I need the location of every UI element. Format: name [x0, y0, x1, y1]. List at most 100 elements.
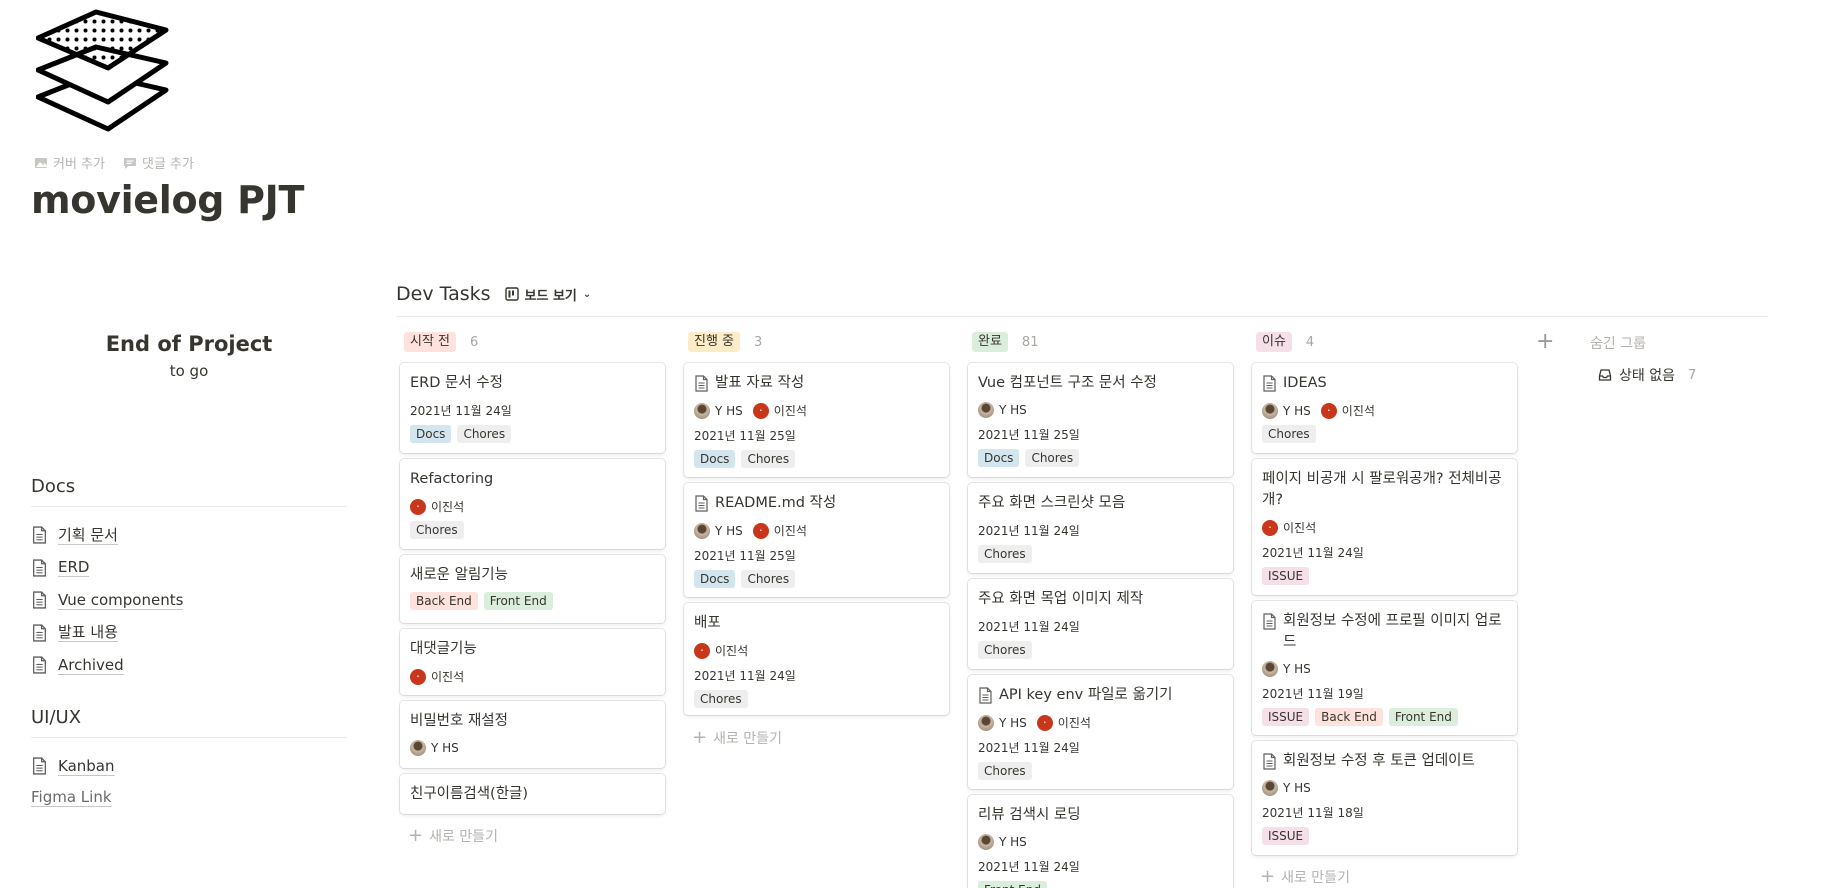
task-card[interactable]: 비밀번호 재설정 Y HS	[400, 701, 665, 768]
avatar	[978, 714, 994, 731]
card-title: README.md 작성	[715, 495, 837, 511]
docs-link[interactable]: ERD	[31, 552, 347, 585]
hidden-group-no-status[interactable]: 상태 없음 7	[1598, 365, 1696, 385]
card-title: 회원정보 수정에 프로필 이미지 업로드	[1283, 613, 1502, 650]
page-icon	[33, 757, 46, 775]
card-title-row: 친구이름검색(한글)	[410, 784, 655, 805]
card-tags: Docs Chores	[694, 450, 939, 468]
tag: Docs	[694, 570, 736, 588]
page-title[interactable]: movielog PJT	[31, 178, 304, 222]
card-title-row: Refactoring	[410, 469, 655, 490]
board-title[interactable]: Dev Tasks	[396, 283, 491, 305]
card-title: 회원정보 수정 후 토큰 업데이트	[1283, 753, 1475, 769]
card-assignees: • 이진석	[410, 668, 655, 685]
card-date: 2021년 11월 24일	[410, 404, 512, 418]
page-icon	[33, 559, 46, 577]
tag: Chores	[741, 570, 796, 588]
docs-link[interactable]: 기획 문서	[31, 519, 347, 552]
task-card[interactable]: ERD 문서 수정 2021년 11월 24일 Docs Chores	[400, 363, 665, 453]
uiux-section: UI/UX Kanban Figma Link	[31, 707, 347, 807]
uiux-link[interactable]: Kanban	[31, 750, 347, 783]
card-title-row: 배포	[694, 613, 939, 634]
task-card[interactable]: README.md 작성 Y HS • 이진석 2021년 11월 25일 Docs Cho…	[684, 483, 949, 597]
uiux-link-label: Kanban	[58, 756, 115, 776]
task-card[interactable]: 배포 • 이진석 2021년 11월 24일 Chores	[684, 603, 949, 715]
new-card-label: 새로 만들기	[429, 829, 498, 845]
avatar	[1262, 661, 1278, 677]
task-card[interactable]: 발표 자료 작성 Y HS • 이진석 2021년 11월 25일 Docs Chores	[684, 363, 949, 477]
new-card-button[interactable]: + 새로 만들기	[408, 826, 498, 846]
docs-link-label: ERD	[58, 558, 90, 578]
card-title: 페이지 비공개 시 팔로워공개? 전체비공개?	[1262, 471, 1502, 508]
column-header[interactable]: 시작 전 6	[404, 332, 478, 352]
column-header[interactable]: 완료 81	[972, 332, 1038, 352]
task-card[interactable]: 대댓글기능 • 이진석	[400, 629, 665, 695]
plus-icon: +	[408, 825, 424, 846]
board-view-dropdown[interactable]: 보드 보기 ⌄	[504, 285, 591, 304]
card-title: 친구이름검색(한글)	[410, 786, 529, 802]
page-icon	[1263, 375, 1276, 392]
card-tags: Docs Chores	[978, 449, 1223, 467]
card-tags: ISSUE	[1262, 567, 1507, 585]
card-assignees: Y HS	[978, 402, 1223, 418]
comment-icon	[123, 157, 136, 169]
task-card[interactable]: 새로운 알림기능 Back End Front End	[400, 555, 665, 623]
docs-link[interactable]: Vue components	[31, 584, 347, 617]
task-card[interactable]: IDEAS Y HS • 이진석 Chores	[1252, 363, 1517, 453]
column-header[interactable]: 진행 중 3	[688, 332, 762, 352]
avatar	[978, 834, 994, 850]
assignee-name: Y HS	[1283, 781, 1311, 795]
docs-heading: Docs	[31, 476, 347, 507]
page-icon	[695, 375, 708, 392]
page-icon	[979, 687, 992, 704]
card-tags: Chores	[694, 690, 939, 708]
avatar: •	[752, 402, 769, 419]
column-count: 3	[754, 334, 763, 350]
task-card[interactable]: 회원정보 수정 후 토큰 업데이트 Y HS 2021년 11월 18일 ISSUE	[1252, 741, 1517, 855]
card-assignees: • 이진석	[1262, 519, 1507, 536]
task-card[interactable]: 친구이름검색(한글)	[400, 774, 665, 814]
tag: Chores	[1262, 425, 1316, 443]
assignee-name: Y HS	[999, 715, 1027, 730]
card-title: 대댓글기능	[410, 641, 477, 657]
stack-layers-icon	[36, 9, 169, 132]
docs-link[interactable]: Archived	[31, 649, 347, 682]
add-comment-button[interactable]: 댓글 추가	[123, 153, 194, 172]
docs-section: Docs 기획 문서 ERD Vue components 발표 내용 Archived	[31, 476, 347, 682]
card-title-row: 주요 화면 스크린샷 모음	[978, 493, 1223, 514]
add-cover-button[interactable]: 커버 추가	[34, 153, 105, 172]
card-tags: ISSUE	[1262, 827, 1507, 845]
card-date: 2021년 11월 24일	[978, 524, 1080, 538]
card-title-row: 새로운 알림기능	[410, 565, 655, 586]
task-card[interactable]: 회원정보 수정에 프로필 이미지 업로드 Y HS 2021년 11월 19일 ISS…	[1252, 601, 1517, 735]
task-card[interactable]: API key env 파일로 옮기기 Y HS • 이진석 2021년 11월 24일…	[968, 675, 1233, 789]
card-assignees: • 이진석	[410, 498, 655, 515]
docs-link[interactable]: 발표 내용	[31, 617, 347, 650]
page-actions: 커버 추가 댓글 추가	[34, 153, 194, 172]
card-date: 2021년 11월 24일	[978, 860, 1080, 874]
task-card[interactable]: 페이지 비공개 시 팔로워공개? 전체비공개? • 이진석 2021년 11월 24일…	[1252, 459, 1517, 595]
card-date: 2021년 11월 25일	[694, 549, 796, 563]
avatar	[1262, 780, 1278, 796]
add-cover-label: 커버 추가	[53, 157, 105, 172]
task-card[interactable]: Refactoring • 이진석 Chores	[400, 459, 665, 549]
new-card-label: 새로 만들기	[1281, 870, 1350, 886]
countdown-widget: End of Project to go	[31, 332, 347, 380]
card-assignees: Y HS • 이진석	[1262, 402, 1507, 419]
new-card-button[interactable]: + 새로 만들기	[1260, 867, 1350, 887]
new-card-button[interactable]: + 새로 만들기	[692, 728, 782, 748]
task-card[interactable]: Vue 컴포넌트 구조 문서 수정 Y HS 2021년 11월 25일 Docs Ch…	[968, 363, 1233, 477]
task-card[interactable]: 주요 화면 스크린샷 모음 2021년 11월 24일 Chores	[968, 483, 1233, 573]
tag: Front End	[1388, 708, 1458, 726]
task-card[interactable]: 리뷰 검색시 로딩 Y HS 2021년 11월 24일 Front End	[968, 795, 1233, 888]
task-card[interactable]: 주요 화면 목업 이미지 제작 2021년 11월 24일 Chores	[968, 579, 1233, 669]
page-icon	[1263, 613, 1276, 630]
assignee: Y HS	[1262, 402, 1311, 419]
avatar	[1262, 402, 1278, 419]
avatar: •	[410, 498, 426, 515]
add-group-button[interactable]: +	[1536, 329, 1554, 354]
card-date: 2021년 11월 25일	[694, 429, 796, 443]
card-tags: ISSUE Back End Front End	[1262, 708, 1507, 726]
column-header[interactable]: 이슈 4	[1256, 332, 1314, 352]
figma-link[interactable]: Figma Link	[31, 788, 112, 807]
